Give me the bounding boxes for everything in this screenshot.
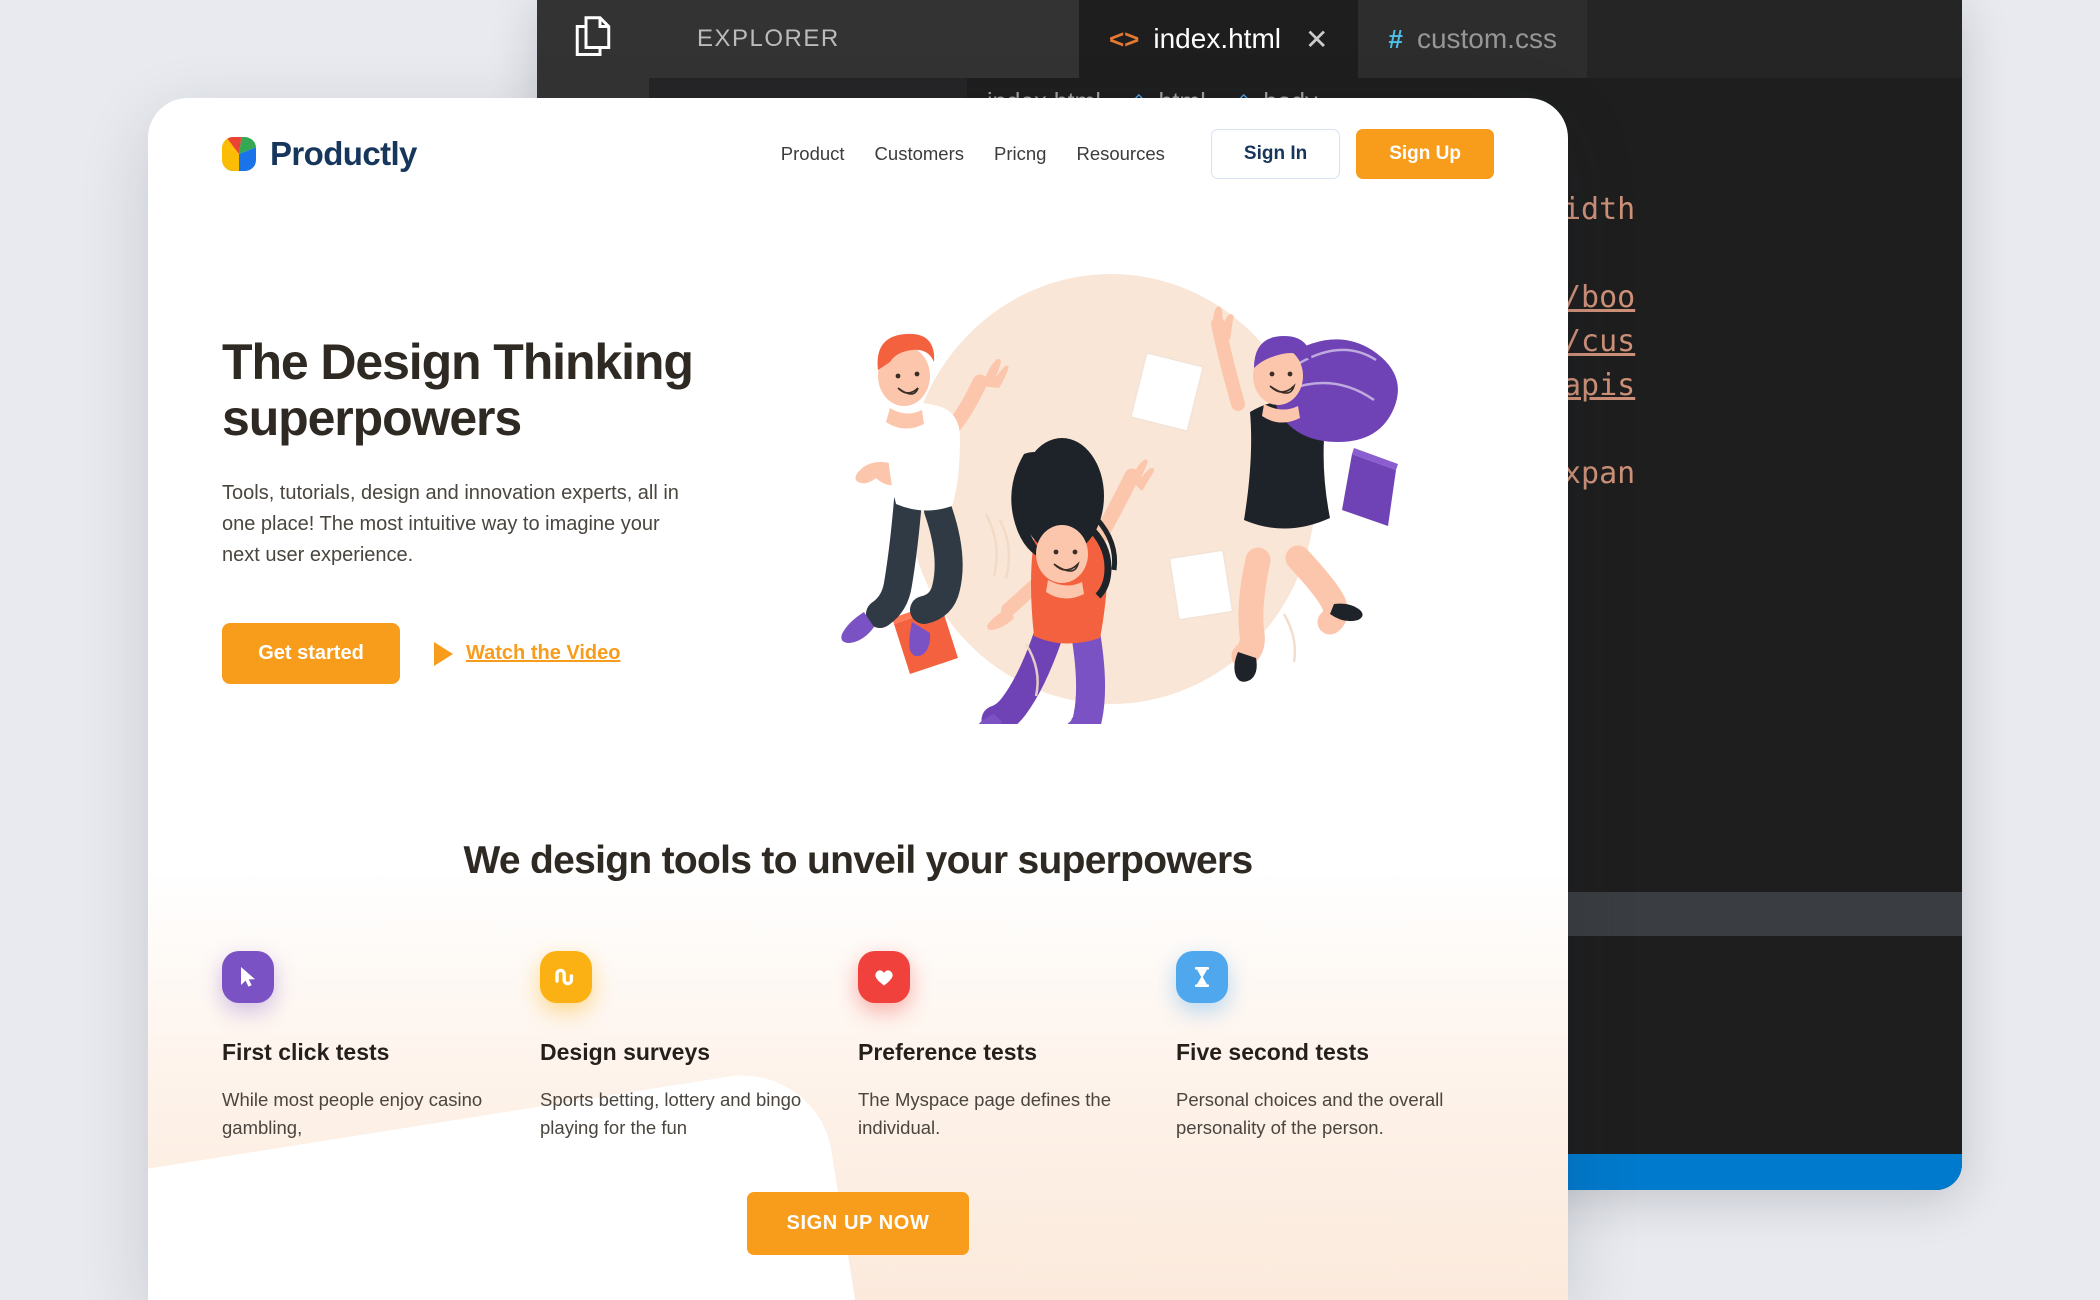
feature-title: First click tests (222, 1039, 390, 1065)
cursor-pointer-icon (222, 951, 274, 1003)
site-navbar: Productly Product Customers Pricng Resou… (148, 98, 1568, 184)
brand-name: Productly (270, 135, 417, 172)
get-started-button[interactable]: Get started (222, 623, 400, 684)
close-icon[interactable]: ✕ (1305, 23, 1328, 56)
hero-section: The Design Thinking superpowers Tools, t… (148, 184, 1568, 749)
hero-paragraph: Tools, tutorials, design and innovation … (222, 482, 679, 566)
sign-up-now-button[interactable]: SIGN UP NOW (746, 1192, 970, 1255)
html-code-icon: <> (1109, 23, 1140, 54)
hourglass-icon (1176, 951, 1228, 1003)
feature-desc: Sports betting, lottery and bingo playin… (540, 1089, 802, 1138)
tab-custom-css[interactable]: # custom.css (1358, 0, 1587, 78)
watch-video-label: Watch the Video (466, 642, 621, 664)
sign-up-button[interactable]: Sign Up (1356, 129, 1494, 179)
nav-link-product[interactable]: Product (781, 143, 845, 165)
hero-illustration (786, 264, 1494, 749)
feature-desc: Personal choices and the overall persona… (1176, 1089, 1444, 1138)
activity-bar-files-button[interactable] (537, 0, 649, 78)
section-heading: We design tools to unveil your superpowe… (463, 839, 1253, 882)
explorer-label: EXPLORER (697, 25, 840, 52)
editor-tab-strip: <> index.html ✕ # custom.css (1079, 0, 1962, 78)
feature-title: Five second tests (1176, 1039, 1370, 1065)
hero-cta-row: Get started Watch the Video (222, 623, 782, 684)
feature-card-first-click-tests: First click tests While most people enjo… (222, 951, 540, 1142)
nav-links: Product Customers Pricng Resources (781, 143, 1165, 165)
feature-card-design-surveys: Design surveys Sports betting, lottery a… (540, 951, 858, 1142)
website-preview: Productly Product Customers Pricng Resou… (148, 98, 1568, 1300)
play-icon (434, 641, 453, 666)
files-icon (572, 14, 614, 65)
tab-label: index.html (1153, 23, 1281, 54)
feature-title: Preference tests (858, 1039, 1037, 1065)
tab-index-html[interactable]: <> index.html ✕ (1079, 0, 1359, 78)
feature-desc: While most people enjoy casino gambling, (222, 1089, 483, 1138)
feature-title: Design surveys (540, 1039, 711, 1065)
tab-label: custom.css (1416, 23, 1557, 54)
heart-icon (858, 951, 910, 1003)
hero-text-block: The Design Thinking superpowers Tools, t… (222, 264, 782, 729)
screen: EXPLORER <> index.html ✕ # custom.css in… (0, 0, 2100, 1300)
feature-card-preference-tests: Preference tests The Myspace page define… (858, 951, 1176, 1142)
css-hash-icon: # (1388, 23, 1403, 54)
feature-desc: The Myspace page defines the individual. (858, 1089, 1111, 1138)
signup-now-row: SIGN UP NOW (148, 1192, 1568, 1255)
stumbleupon-icon (540, 951, 592, 1003)
explorer-title: EXPLORER (649, 0, 1079, 78)
sign-in-button[interactable]: Sign In (1210, 129, 1341, 179)
feature-list: First click tests While most people enjo… (148, 887, 1568, 1142)
editor-top-bar: EXPLORER <> index.html ✕ # custom.css (537, 0, 1962, 78)
nav-link-resources[interactable]: Resources (1076, 143, 1164, 165)
watch-video-link[interactable]: Watch the Video (434, 641, 621, 666)
nav-link-customers[interactable]: Customers (875, 143, 964, 165)
nav-link-pricing[interactable]: Pricng (994, 143, 1046, 165)
productly-logo-icon (222, 137, 256, 171)
feature-card-five-second-tests: Five second tests Personal choices and t… (1176, 951, 1494, 1142)
hero-heading: The Design Thinking superpowers (222, 334, 694, 446)
nav-actions: Sign In Sign Up (1210, 129, 1494, 179)
brand-logo[interactable]: Productly (222, 135, 417, 173)
